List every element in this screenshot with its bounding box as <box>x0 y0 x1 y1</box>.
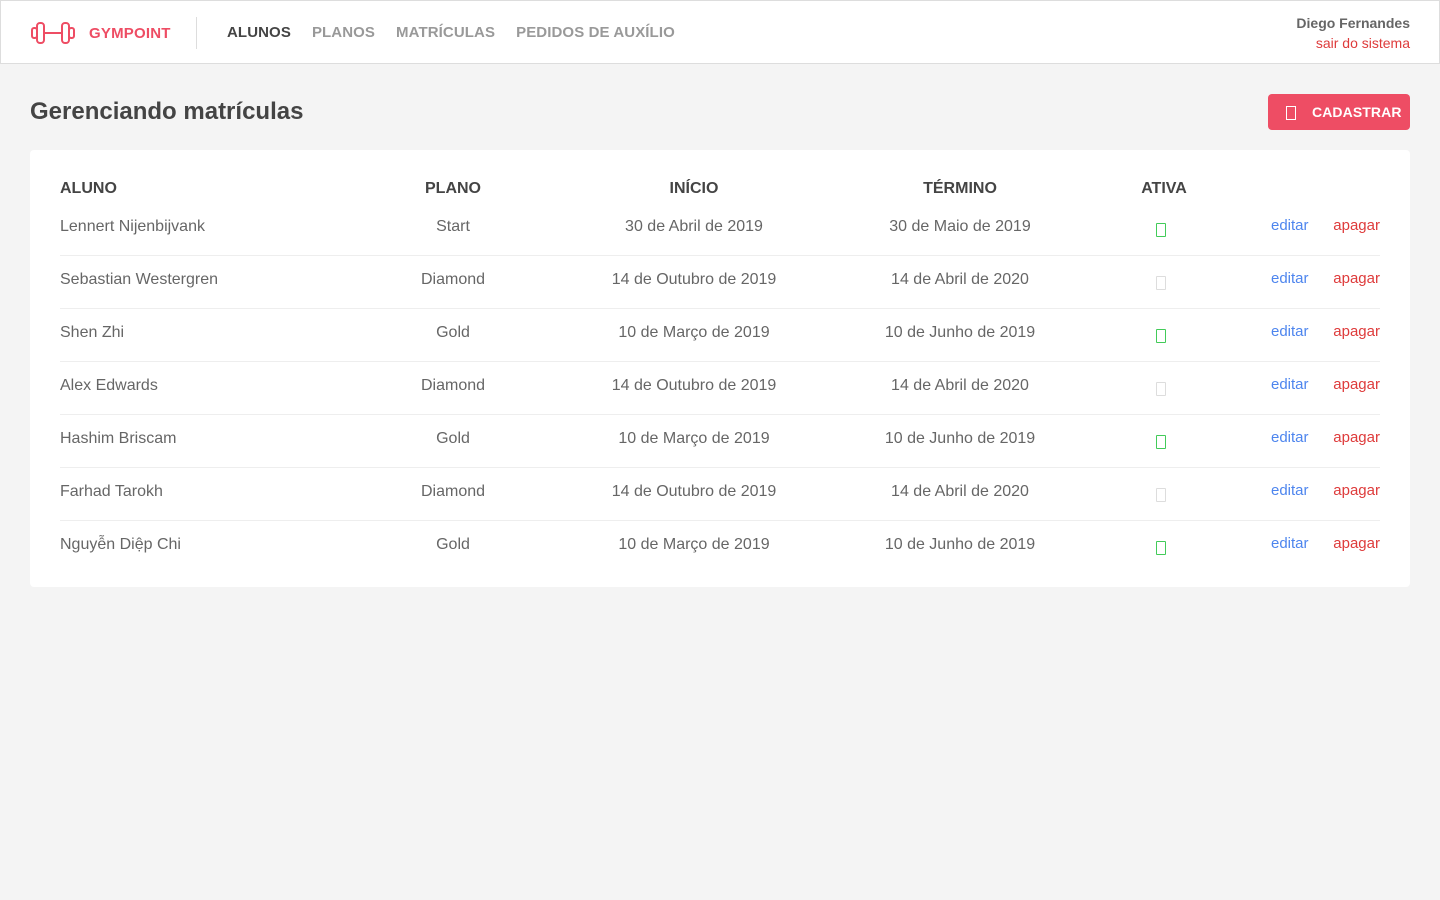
delete-link[interactable]: apagar <box>1333 535 1380 552</box>
page-title: Gerenciando matrículas <box>30 98 304 125</box>
delete-link[interactable]: apagar <box>1333 429 1380 446</box>
inactive-check-icon <box>1156 382 1166 396</box>
student-name: Shen Zhi <box>60 324 125 341</box>
plan-name: Diamond <box>420 483 486 500</box>
edit-link[interactable]: editar <box>1271 270 1309 287</box>
delete-link[interactable]: apagar <box>1333 270 1380 287</box>
start-date: 30 de Abril de 2019 <box>625 218 763 235</box>
enrollments-table: ALUNO PLANO INÍCIO TÉRMINO ATIVA Lennert… <box>30 150 1410 587</box>
table-row: Lennert Nijenbijvank Start 30 de Abril de … <box>60 203 1380 256</box>
nav-link-alunos[interactable]: ALUNOS <box>227 24 291 41</box>
user-profile: Diego Fernandes sair do sistema <box>1296 15 1410 52</box>
column-header-termino: TÉRMINO <box>923 180 997 197</box>
table-row: Sebastian Westergren Diamond 14 de Outubro… <box>60 256 1380 309</box>
student-name: Sebastian Westergren <box>60 271 219 288</box>
plan-name: Diamond <box>420 271 486 288</box>
plan-name: Start <box>436 218 470 235</box>
delete-link[interactable]: apagar <box>1333 376 1380 393</box>
start-date: 14 de Outubro de 2019 <box>611 483 777 500</box>
active-check-icon <box>1156 541 1166 555</box>
edit-link[interactable]: editar <box>1271 482 1309 499</box>
table-row: Hashim Briscam Gold 10 de Março de 2019 10 … <box>60 415 1380 468</box>
nav-link-matriculas[interactable]: MATRÍCULAS <box>396 24 495 41</box>
student-name: Hashim Briscam <box>60 430 177 447</box>
end-date: 14 de Abril de 2020 <box>891 483 1029 500</box>
edit-link[interactable]: editar <box>1271 429 1309 446</box>
add-icon <box>1286 106 1296 120</box>
table-row: Farhad Tarokh Diamond 14 de Outubro de 201… <box>60 468 1380 521</box>
plan-name: Gold <box>436 536 470 553</box>
edit-link[interactable]: editar <box>1271 376 1309 393</box>
active-check-icon <box>1156 223 1166 237</box>
plan-name: Gold <box>436 324 470 341</box>
column-header-aluno: ALUNO <box>60 180 117 197</box>
edit-link[interactable]: editar <box>1271 323 1309 340</box>
table-row: Nguyễn Diệp Chi Gold 10 de Março de 2019 10… <box>60 521 1380 574</box>
add-button-label: CADASTRAR <box>1312 104 1402 120</box>
brand-logo-link[interactable]: GYMPOINT <box>30 19 171 47</box>
user-name: Diego Fernandes <box>1296 15 1410 31</box>
active-check-icon <box>1156 435 1166 449</box>
end-date: 14 de Abril de 2020 <box>891 271 1029 288</box>
end-date: 30 de Maio de 2019 <box>889 218 1031 235</box>
main-nav: ALUNOS PLANOS MATRÍCULAS PEDIDOS DE AUXÍ… <box>227 1 696 63</box>
logout-link[interactable]: sair do sistema <box>1296 35 1410 52</box>
end-date: 14 de Abril de 2020 <box>891 377 1029 394</box>
add-enrollment-button[interactable]: CADASTRAR <box>1268 94 1410 130</box>
column-header-plano: PLANO <box>425 180 481 197</box>
inactive-check-icon <box>1156 276 1166 290</box>
end-date: 10 de Junho de 2019 <box>884 324 1036 341</box>
delete-link[interactable]: apagar <box>1333 323 1380 340</box>
end-date: 10 de Junho de 2019 <box>884 536 1036 553</box>
table-row: Alex Edwards Diamond 14 de Outubro de 2019… <box>60 362 1380 415</box>
delete-link[interactable]: apagar <box>1333 482 1380 499</box>
student-name: Lennert Nijenbijvank <box>60 218 205 235</box>
nav-link-planos[interactable]: PLANOS <box>312 24 375 41</box>
start-date: 10 de Março de 2019 <box>618 430 770 447</box>
header-divider <box>196 17 197 49</box>
start-date: 10 de Março de 2019 <box>618 324 770 341</box>
top-navbar: GYMPOINT ALUNOS PLANOS MATRÍCULAS PEDIDO… <box>0 0 1440 64</box>
plan-name: Gold <box>436 430 470 447</box>
student-name: Farhad Tarokh <box>60 483 163 500</box>
start-date: 10 de Março de 2019 <box>618 536 770 553</box>
column-header-inicio: INÍCIO <box>669 180 719 197</box>
nav-link-pedidos-de-auxilio[interactable]: PEDIDOS DE AUXÍLIO <box>516 24 675 41</box>
end-date: 10 de Junho de 2019 <box>884 430 1036 447</box>
inactive-check-icon <box>1156 488 1166 502</box>
edit-link[interactable]: editar <box>1271 217 1309 234</box>
delete-link[interactable]: apagar <box>1333 217 1380 234</box>
student-name: Alex Edwards <box>60 377 158 394</box>
column-header-ativa: ATIVA <box>1141 180 1187 197</box>
edit-link[interactable]: editar <box>1271 535 1309 552</box>
student-name: Nguyễn Diệp Chi <box>60 536 181 553</box>
start-date: 14 de Outubro de 2019 <box>611 377 777 394</box>
active-check-icon <box>1156 329 1166 343</box>
brand-name: GYMPOINT <box>89 24 171 42</box>
table-row: Shen Zhi Gold 10 de Março de 2019 10 de Jun… <box>60 309 1380 362</box>
plan-name: Diamond <box>420 377 486 394</box>
dumbbell-icon <box>30 20 76 46</box>
table-header: ALUNO PLANO INÍCIO TÉRMINO ATIVA <box>60 180 1380 200</box>
start-date: 14 de Outubro de 2019 <box>611 271 777 288</box>
